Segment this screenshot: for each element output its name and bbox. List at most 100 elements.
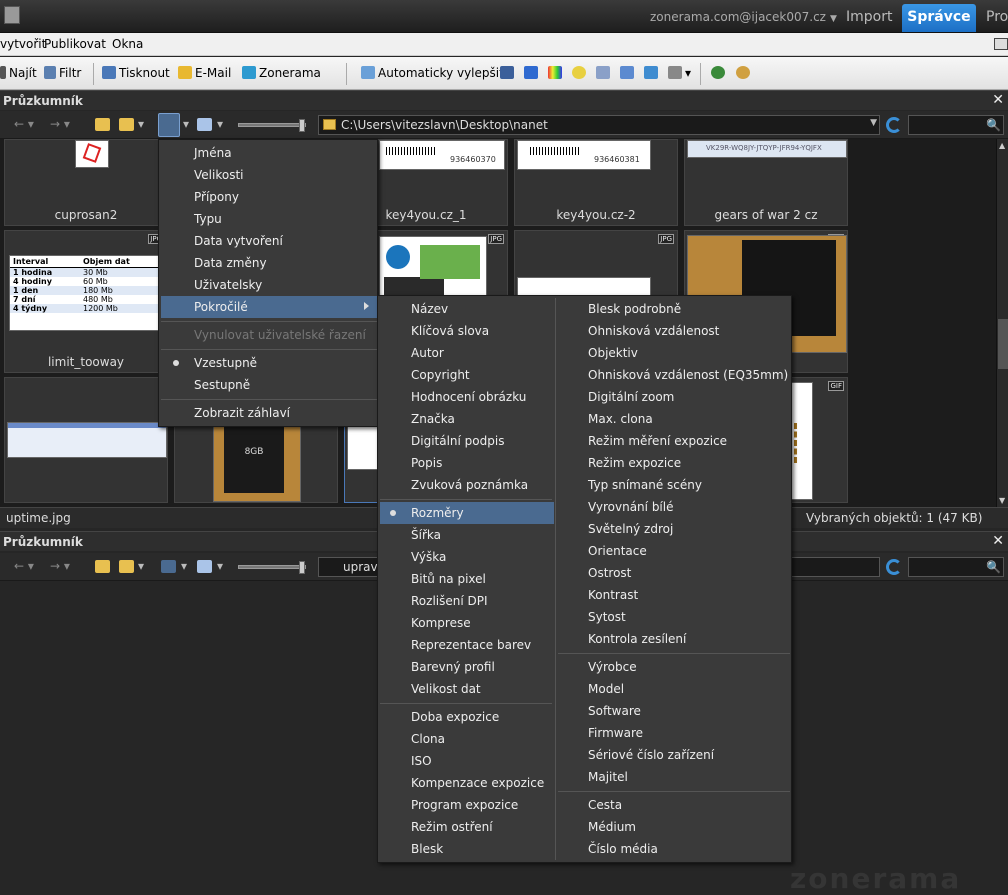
adv-nazev[interactable]: Název	[411, 298, 448, 320]
filter-button[interactable]: Filtr	[44, 66, 81, 80]
scrollbar-thumb[interactable]	[998, 319, 1008, 369]
sort-icon[interactable]	[158, 113, 180, 137]
thumbnail-cuprosan[interactable]: cuprosan2	[4, 139, 168, 226]
menu-publikovat[interactable]: Publikovat	[44, 37, 106, 51]
adv-blesk[interactable]: Blesk	[411, 838, 443, 860]
view-dropdown-icon[interactable]: ▾	[217, 559, 223, 575]
tab-import[interactable]: Import	[836, 4, 902, 30]
view-dropdown-icon[interactable]: ▾	[217, 117, 223, 133]
sort-by-name[interactable]: Jména	[161, 142, 377, 164]
search-input[interactable]: 🔍	[908, 115, 1004, 135]
sort-by-user[interactable]: Uživatelsky	[161, 274, 377, 296]
adv-cislo-media[interactable]: Číslo média	[588, 838, 658, 860]
search-icon[interactable]: 🔍	[986, 118, 1001, 132]
adv-kompenzace-expozice[interactable]: Kompenzace expozice	[411, 772, 544, 794]
adv-orientace[interactable]: Orientace	[588, 540, 647, 562]
adv-autor[interactable]: Autor	[411, 342, 444, 364]
adv-cesta[interactable]: Cesta	[588, 794, 622, 816]
folder-favorites-icon[interactable]	[119, 118, 134, 131]
adv-kontrast[interactable]: Kontrast	[588, 584, 638, 606]
adv-model[interactable]: Model	[588, 678, 624, 700]
back-arrow-icon[interactable]: ← ▾	[14, 117, 34, 133]
search-icon[interactable]: 🔍	[986, 560, 1001, 574]
window-restore-icon[interactable]	[994, 38, 1008, 50]
chevron-down-icon[interactable]: ▾	[138, 117, 144, 133]
adv-iso[interactable]: ISO	[411, 750, 432, 772]
adv-digitalni-zoom[interactable]: Digitální zoom	[588, 386, 674, 408]
thumbnail-scrollbar[interactable]: ▲ ▼	[996, 139, 1008, 507]
adv-vyrovnani-bile[interactable]: Vyrovnání bílé	[588, 496, 673, 518]
account-menu[interactable]: zonerama.com@ijacek007.cz ▼	[650, 10, 837, 24]
thumbnail-gears[interactable]: VK29R-WQ8JY-JTQYP-JFR94-YQJFX gears of w…	[684, 139, 848, 226]
adv-sytost[interactable]: Sytost	[588, 606, 626, 628]
adv-rozmery[interactable]: Rozměry	[380, 502, 554, 524]
adv-znacka[interactable]: Značka	[411, 408, 455, 430]
adv-majitel[interactable]: Majitel	[588, 766, 628, 788]
slider-knob[interactable]	[299, 561, 305, 574]
sort-by-type[interactable]: Typu	[161, 208, 377, 230]
sort-by-modified[interactable]: Data změny	[161, 252, 377, 274]
sort-dropdown-icon[interactable]: ▾	[181, 559, 187, 575]
path-field[interactable]: C:\Users\vitezslavn\Desktop\nanet ▼	[318, 115, 880, 135]
adv-ostrost[interactable]: Ostrost	[588, 562, 631, 584]
adv-rezim-expozice[interactable]: Režim expozice	[588, 452, 681, 474]
adv-hodnoceni[interactable]: Hodnocení obrázku	[411, 386, 526, 408]
adv-blesk-podrobne[interactable]: Blesk podrobně	[588, 298, 681, 320]
adv-popis[interactable]: Popis	[411, 452, 442, 474]
thumbnail-size-slider[interactable]	[238, 561, 306, 574]
search-input[interactable]: 🔍	[908, 557, 1004, 577]
sort-icon[interactable]	[161, 560, 176, 573]
adv-bitu-na-pixel[interactable]: Bitů na pixel	[411, 568, 486, 590]
adv-doba-expozice[interactable]: Doba expozice	[411, 706, 499, 728]
chevron-down-icon[interactable]: ▾	[138, 559, 144, 575]
adv-rezim-mereni[interactable]: Režim měření expozice	[588, 430, 727, 452]
adv-svetelny-zdroj[interactable]: Světelný zdroj	[588, 518, 673, 540]
sort-advanced[interactable]: Pokročilé	[161, 296, 377, 318]
scroll-down-icon[interactable]: ▼	[999, 496, 1005, 505]
adv-reprezentace-barev[interactable]: Reprezentace barev	[411, 634, 531, 656]
view-grid-icon[interactable]	[197, 560, 212, 573]
refresh-icon[interactable]	[886, 559, 902, 575]
rotate-button[interactable]	[736, 66, 753, 80]
sort-ascending[interactable]: Vzestupně	[161, 352, 377, 374]
light-button[interactable]	[572, 66, 589, 80]
refresh-icon[interactable]	[886, 117, 902, 133]
adv-medium[interactable]: Médium	[588, 816, 636, 838]
close-icon[interactable]: ✕	[992, 92, 1004, 108]
effects-button[interactable]	[644, 66, 661, 80]
adv-objektiv[interactable]: Objektiv	[588, 342, 638, 364]
adv-velikost-dat[interactable]: Velikost dat	[411, 678, 481, 700]
adv-rezim-ostreni[interactable]: Režim ostření	[411, 816, 493, 838]
print-button[interactable]: Tisknout	[102, 66, 170, 80]
tab-spravce[interactable]: Správce	[902, 4, 976, 32]
email-button[interactable]: E-Mail	[178, 66, 231, 80]
adv-komprese[interactable]: Komprese	[411, 612, 471, 634]
folder-favorites-icon[interactable]	[119, 560, 134, 573]
close-icon[interactable]: ✕	[992, 533, 1004, 549]
adv-typ-sceny[interactable]: Typ snímané scény	[588, 474, 702, 496]
adv-sirka[interactable]: Šířka	[411, 524, 441, 546]
adv-barevny-profil[interactable]: Barevný profil	[411, 656, 495, 678]
thumbnail-size-slider[interactable]	[238, 119, 306, 132]
color-button[interactable]	[548, 66, 565, 80]
adv-zvukova-poznamka[interactable]: Zvuková poznámka	[411, 474, 528, 496]
adv-firmware[interactable]: Firmware	[588, 722, 643, 744]
thumbnail-key2[interactable]: 936460381 key4you.cz-2	[514, 139, 678, 226]
adv-program-expozice[interactable]: Program expozice	[411, 794, 518, 816]
sort-by-extension[interactable]: Přípony	[161, 186, 377, 208]
auto-enhance-button[interactable]: Automaticky vylepšit	[361, 66, 504, 80]
adv-klicova-slova[interactable]: Klíčová slova	[411, 320, 489, 342]
zoom-button[interactable]	[711, 66, 728, 80]
menu-okna[interactable]: Okna	[112, 37, 143, 51]
adv-ohniskova-vzdalenost[interactable]: Ohnisková vzdálenost	[588, 320, 719, 342]
curves-button[interactable]	[524, 66, 541, 80]
zonerama-button[interactable]: Zonerama	[242, 66, 321, 80]
edit-button[interactable]	[620, 66, 637, 80]
forward-arrow-icon[interactable]: → ▾	[50, 117, 70, 133]
chevron-down-icon[interactable]: ▼	[870, 118, 877, 128]
folder-up-icon[interactable]	[95, 118, 110, 131]
adv-rozliseni-dpi[interactable]: Rozlišení DPI	[411, 590, 488, 612]
adv-clona[interactable]: Clona	[411, 728, 445, 750]
adv-copyright[interactable]: Copyright	[411, 364, 470, 386]
forward-arrow-icon[interactable]: → ▾	[50, 559, 70, 575]
